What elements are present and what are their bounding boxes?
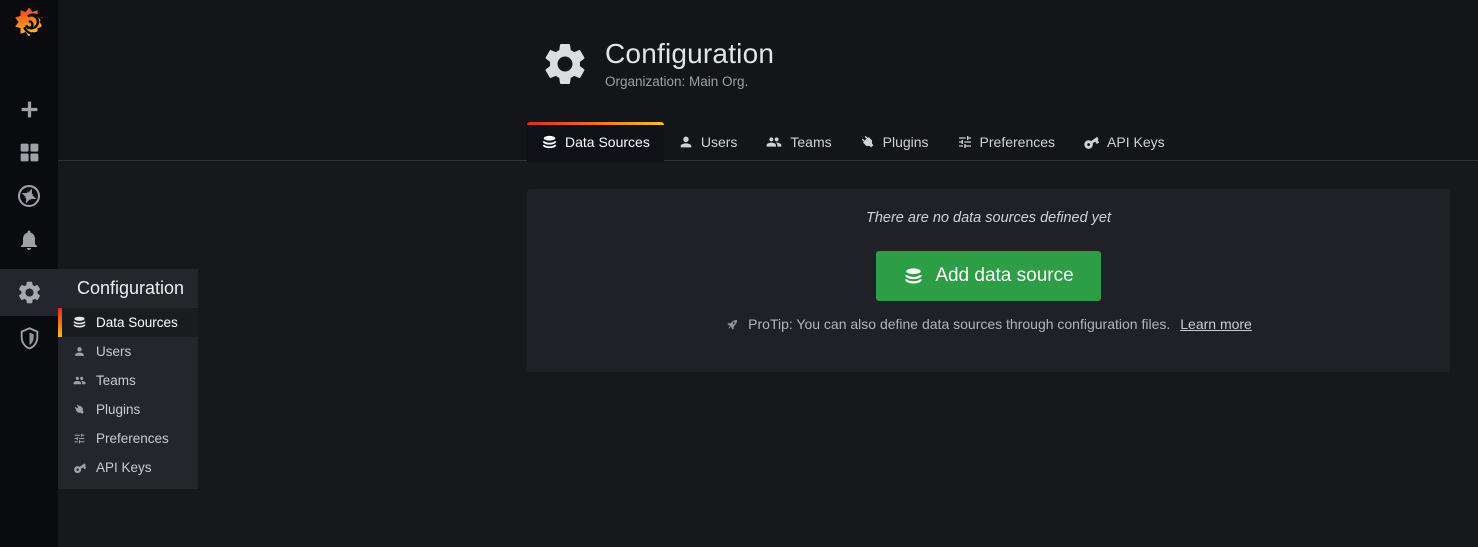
configuration-flyout: Configuration Data Sources Users Teams P… (58, 269, 198, 489)
tab-teams[interactable]: Teams (751, 122, 845, 162)
user-icon (72, 345, 87, 358)
sidebar-item-alerting[interactable] (0, 218, 58, 262)
key-icon (1083, 134, 1100, 151)
configuration-tabs: Data Sources Users Teams Plugins Prefere… (527, 122, 1179, 162)
team-icon (72, 374, 87, 387)
database-icon (541, 134, 558, 151)
flyout-item-label: Preferences (96, 431, 169, 446)
bell-icon (17, 228, 41, 252)
tab-label: Plugins (883, 134, 929, 150)
page-header: Configuration Organization: Main Org. (540, 38, 774, 89)
flyout-item-label: Users (96, 344, 131, 359)
learn-more-link[interactable]: Learn more (1180, 316, 1252, 332)
flyout-item-plugins[interactable]: Plugins (58, 395, 198, 424)
tab-label: Preferences (980, 134, 1055, 150)
dashboards-grid-icon (17, 140, 42, 165)
page-subtitle: Organization: Main Org. (605, 74, 774, 89)
add-data-source-label: Add data source (935, 265, 1073, 287)
flyout-item-api-keys[interactable]: API Keys (58, 453, 198, 482)
tab-label: Teams (790, 134, 831, 150)
plug-icon (860, 134, 876, 150)
tab-preferences[interactable]: Preferences (943, 122, 1069, 162)
flyout-title: Configuration (58, 269, 198, 308)
empty-datasources-panel: There are no data sources defined yet Ad… (527, 189, 1450, 372)
sidebar-item-configuration[interactable] (0, 269, 58, 316)
protip: ProTip: You can also define data sources… (527, 316, 1450, 332)
add-data-source-button[interactable]: Add data source (876, 251, 1100, 301)
flyout-item-label: Teams (96, 373, 136, 388)
grafana-logo-icon[interactable] (11, 4, 47, 40)
tab-plugins[interactable]: Plugins (846, 122, 943, 162)
shield-icon (17, 326, 42, 351)
flyout-item-label: Plugins (96, 402, 140, 417)
sidebar (0, 0, 58, 547)
empty-state-message: There are no data sources defined yet (527, 210, 1450, 226)
flyout-item-data-sources[interactable]: Data Sources (58, 308, 198, 337)
compass-icon (16, 183, 42, 209)
flyout-item-preferences[interactable]: Preferences (58, 424, 198, 453)
team-icon (765, 134, 783, 150)
key-icon (72, 461, 87, 475)
flyout-item-label: API Keys (96, 460, 152, 475)
sidebar-item-dashboards[interactable] (0, 130, 58, 174)
plug-icon (72, 403, 87, 416)
rocket-icon (725, 317, 740, 332)
flyout-item-label: Data Sources (96, 315, 178, 330)
tab-users[interactable]: Users (664, 122, 752, 162)
tab-label: Data Sources (565, 134, 650, 150)
tab-label: API Keys (1107, 134, 1165, 150)
gear-icon (16, 279, 43, 306)
page-title: Configuration (605, 38, 774, 70)
tab-label: Users (701, 134, 738, 150)
tab-api-keys[interactable]: API Keys (1069, 122, 1179, 162)
flyout-item-teams[interactable]: Teams (58, 366, 198, 395)
tab-data-sources[interactable]: Data Sources (527, 122, 664, 162)
plus-icon (18, 98, 41, 121)
gear-icon (540, 39, 590, 89)
sliders-icon (957, 134, 973, 150)
user-icon (678, 134, 694, 150)
database-icon (903, 266, 924, 287)
flyout-item-users[interactable]: Users (58, 337, 198, 366)
database-icon (72, 315, 87, 330)
sliders-icon (72, 432, 87, 445)
sidebar-item-explore[interactable] (0, 174, 58, 218)
protip-text: ProTip: You can also define data sources… (748, 316, 1170, 332)
sidebar-item-create[interactable] (0, 87, 58, 131)
sidebar-item-server-admin[interactable] (0, 316, 58, 360)
